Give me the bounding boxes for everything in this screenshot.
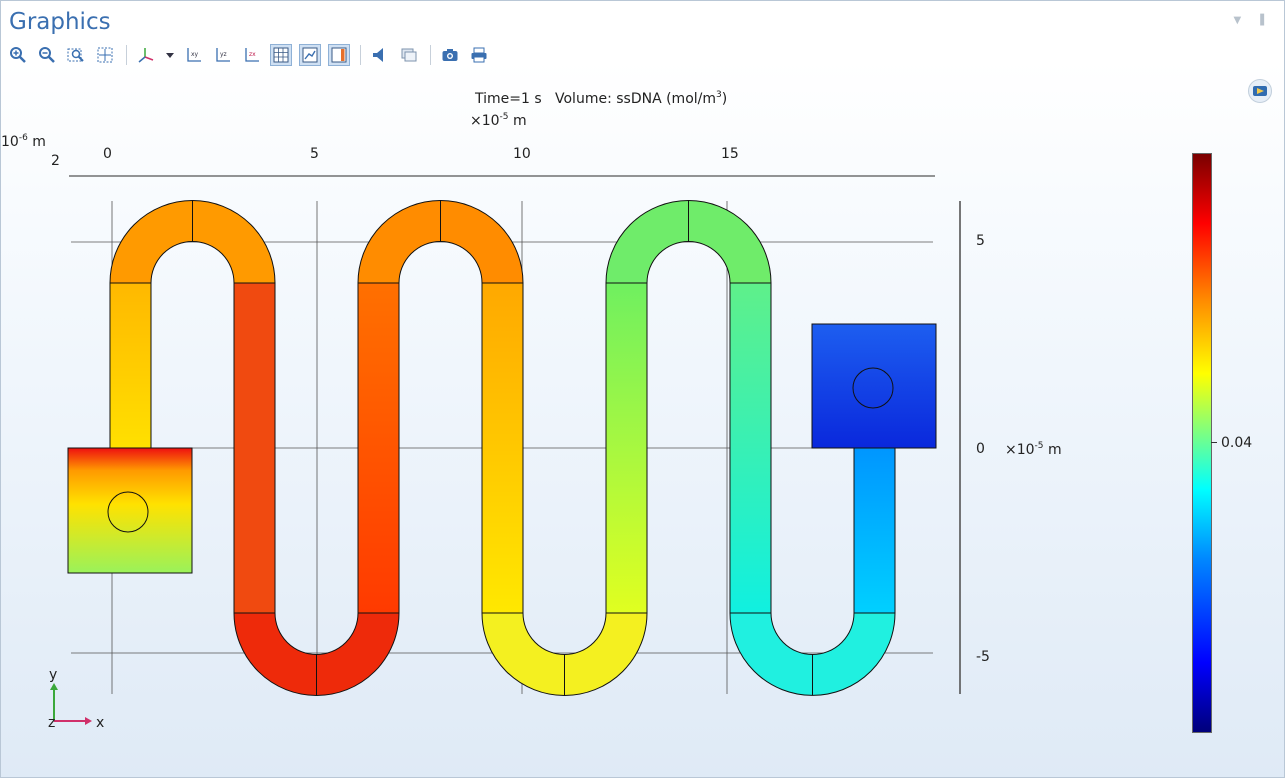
graphics-window: Graphics ▼ ▐ xy yz zx Time=1 s Volume: s… bbox=[0, 0, 1285, 778]
inlet-chamber bbox=[67, 447, 193, 574]
axis-triad: y z x bbox=[48, 667, 104, 731]
color-legend-bar bbox=[1192, 153, 1212, 733]
plot-canvas[interactable]: y z x bbox=[1, 1, 1284, 777]
triad-y-label: y bbox=[49, 667, 57, 683]
color-legend-tick bbox=[1211, 442, 1217, 443]
outlet-chamber bbox=[811, 323, 937, 449]
color-legend-label: 0.04 bbox=[1221, 435, 1253, 451]
triad-z-label: z bbox=[48, 715, 55, 731]
triad-x-label: x bbox=[96, 715, 104, 731]
